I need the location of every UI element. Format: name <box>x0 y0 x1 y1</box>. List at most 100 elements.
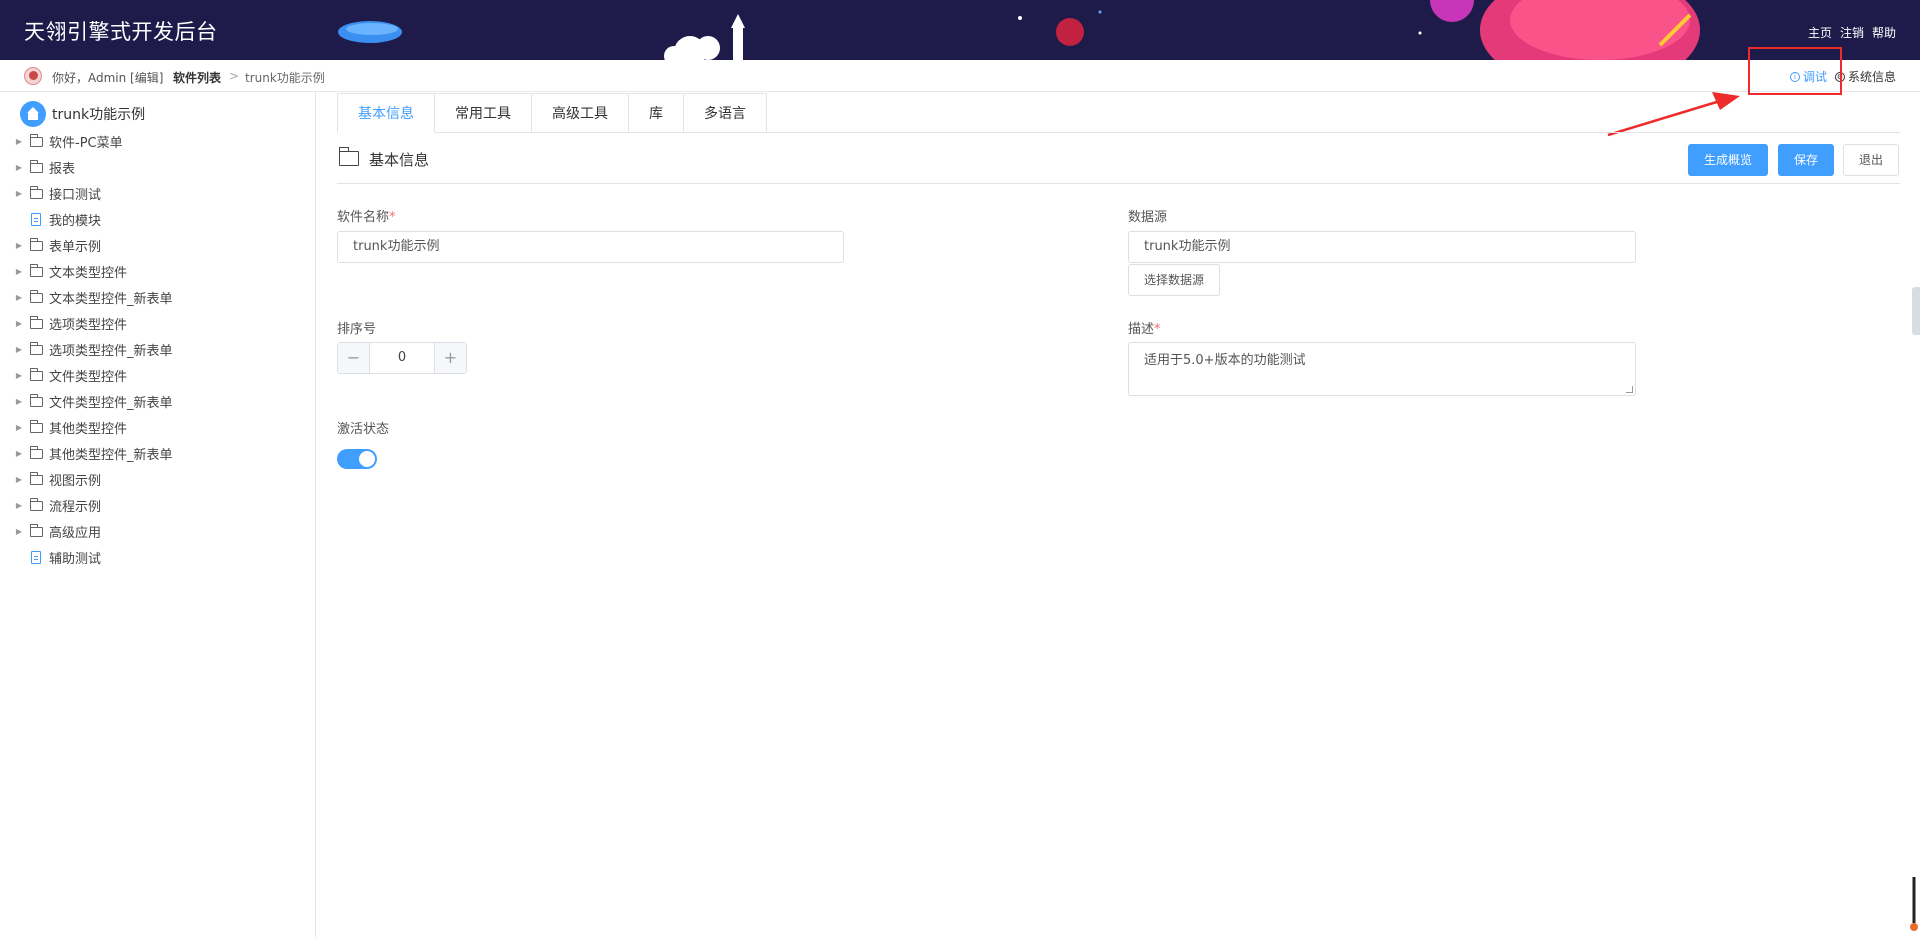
sidebar-tree: trunk功能示例 ▶软件-PC菜单▶报表▶接口测试▶我的模块▶表单示例▶文本类… <box>0 92 316 937</box>
folder-icon <box>30 471 43 485</box>
folder-icon <box>30 367 43 381</box>
tree-item[interactable]: ▶ 文本类型控件 <box>0 258 316 284</box>
save-button[interactable]: 保存 <box>1778 144 1835 176</box>
tree-root[interactable]: trunk功能示例 <box>20 101 145 127</box>
datasource-input[interactable]: trunk功能示例 <box>1128 231 1636 263</box>
tree-item-label: 流程示例 <box>49 499 102 515</box>
tree-list: ▶软件-PC菜单▶报表▶接口测试▶我的模块▶表单示例▶文本类型控件▶文本类型控件… <box>0 128 316 570</box>
order-stepper: − 0 + <box>337 342 467 374</box>
caret-right-icon[interactable]: ▶ <box>0 475 30 484</box>
decrement-button[interactable]: − <box>338 343 370 373</box>
debug-button[interactable]: i 调试 <box>1789 68 1827 85</box>
caret-right-icon[interactable]: ▶ <box>0 241 30 250</box>
space-illustration <box>338 0 1700 60</box>
top-banner: 天翎引擎式开发后台 主页 注销 帮助 <box>0 0 1920 60</box>
tree-item[interactable]: ▶ 报表 <box>0 154 316 180</box>
tree-item-label: 辅助测试 <box>49 551 102 567</box>
generate-overview-button[interactable]: 生成概览 <box>1688 144 1769 176</box>
section-header: 基本信息 生成概览 保存 退出 <box>337 140 1900 184</box>
folder-icon <box>30 341 43 355</box>
software-name-label: 软件名称* <box>337 206 396 225</box>
tree-root-label: trunk功能示例 <box>52 107 146 123</box>
caret-right-icon[interactable]: ▶ <box>0 189 30 198</box>
caret-right-icon[interactable]: ▶ <box>0 423 30 432</box>
tree-item-label: 视图示例 <box>49 473 102 489</box>
folder-icon <box>30 419 43 433</box>
tree-item[interactable]: ▶ 其他类型控件_新表单 <box>0 440 316 466</box>
caret-right-icon[interactable]: ▶ <box>0 137 30 146</box>
tree-item-label: 软件-PC菜单 <box>49 135 123 151</box>
caret-right-icon[interactable]: ▶ <box>0 449 30 458</box>
order-value[interactable]: 0 <box>370 343 434 373</box>
header-tools: i 调试 ⚙ 系统信息 <box>1789 68 1896 85</box>
system-info-label: 系统信息 <box>1847 70 1896 84</box>
caret-right-icon[interactable]: ▶ <box>0 163 30 172</box>
side-panel-handle[interactable] <box>1912 287 1920 335</box>
caret-right-icon[interactable]: ▶ <box>0 319 30 328</box>
folder-icon <box>30 393 43 407</box>
tree-item[interactable]: ▶ 文件类型控件 <box>0 362 316 388</box>
description-label: 描述* <box>1128 318 1161 337</box>
caret-right-icon[interactable]: ▶ <box>0 371 30 380</box>
tree-item[interactable]: ▶辅助测试 <box>0 544 316 570</box>
caret-right-icon[interactable]: ▶ <box>0 527 30 536</box>
folder-icon <box>30 133 43 147</box>
tree-item[interactable]: ▶ 接口测试 <box>0 180 316 206</box>
tree-item-label: 高级应用 <box>49 525 102 541</box>
greeting-text[interactable]: 你好，Admin [编辑] <box>52 69 163 86</box>
tab-multilanguage[interactable]: 多语言 <box>684 93 767 133</box>
tree-item[interactable]: ▶ 选项类型控件_新表单 <box>0 336 316 362</box>
tree-item-label: 选项类型控件 <box>49 317 128 333</box>
tree-item-label: 选项类型控件_新表单 <box>49 343 173 359</box>
folder-icon <box>338 147 359 166</box>
datasource-label: 数据源 <box>1128 210 1168 225</box>
tree-item-label: 其他类型控件_新表单 <box>49 447 173 463</box>
tree-item[interactable]: ▶ 文本类型控件_新表单 <box>0 284 316 310</box>
tab-common-tools[interactable]: 常用工具 <box>435 93 532 133</box>
tree-item-label: 报表 <box>49 161 76 177</box>
caret-right-icon[interactable]: ▶ <box>0 267 30 276</box>
logout-link[interactable]: 注销 <box>1840 24 1864 41</box>
tree-item[interactable]: ▶ 高级应用 <box>0 518 316 544</box>
caret-right-icon[interactable]: ▶ <box>0 397 30 406</box>
description-textarea[interactable]: 适用于5.0+版本的功能测试 <box>1128 342 1636 396</box>
tree-item[interactable]: ▶ 流程示例 <box>0 492 316 518</box>
software-name-input[interactable]: trunk功能示例 <box>337 231 844 263</box>
tree-item[interactable]: ▶我的模块 <box>0 206 316 232</box>
folder-icon <box>30 315 43 329</box>
breadcrumb-software-list[interactable]: 软件列表 <box>173 69 221 86</box>
info-icon: i <box>1789 71 1800 82</box>
help-link[interactable]: 帮助 <box>1872 24 1896 41</box>
breadcrumb-bar: 你好，Admin [编辑] 软件列表 > trunk功能示例 i 调试 ⚙ 系统… <box>0 60 1920 92</box>
caret-right-icon[interactable]: ▶ <box>0 345 30 354</box>
system-info-button[interactable]: ⚙ 系统信息 <box>1834 68 1896 85</box>
tree-item[interactable]: ▶ 文件类型控件_新表单 <box>0 388 316 414</box>
tab-basic-info[interactable]: 基本信息 <box>337 93 435 133</box>
folder-icon <box>30 523 43 537</box>
folder-icon <box>30 497 43 511</box>
home-icon <box>20 101 46 127</box>
tree-item-label: 我的模块 <box>49 213 102 229</box>
caret-right-icon[interactable]: ▶ <box>0 293 30 302</box>
tab-library[interactable]: 库 <box>629 93 684 133</box>
tab-advanced-tools[interactable]: 高级工具 <box>532 93 629 133</box>
tree-item[interactable]: ▶ 软件-PC菜单 <box>0 128 316 154</box>
avatar[interactable] <box>24 67 42 85</box>
document-icon <box>31 550 41 564</box>
resize-handle-icon[interactable] <box>1626 386 1633 393</box>
tree-item[interactable]: ▶ 表单示例 <box>0 232 316 258</box>
active-status-switch[interactable] <box>337 449 377 469</box>
folder-icon <box>30 263 43 277</box>
document-icon <box>31 212 41 226</box>
breadcrumb-current: trunk功能示例 <box>245 71 325 85</box>
select-datasource-button[interactable]: 选择数据源 <box>1128 264 1221 296</box>
increment-button[interactable]: + <box>434 343 466 373</box>
home-link[interactable]: 主页 <box>1808 24 1832 41</box>
tree-item[interactable]: ▶ 其他类型控件 <box>0 414 316 440</box>
required-mark: * <box>1154 322 1161 337</box>
caret-right-icon[interactable]: ▶ <box>0 501 30 510</box>
tree-item[interactable]: ▶ 视图示例 <box>0 466 316 492</box>
tree-item[interactable]: ▶ 选项类型控件 <box>0 310 316 336</box>
tree-item-label: 文本类型控件 <box>49 265 128 281</box>
exit-button[interactable]: 退出 <box>1843 144 1900 176</box>
